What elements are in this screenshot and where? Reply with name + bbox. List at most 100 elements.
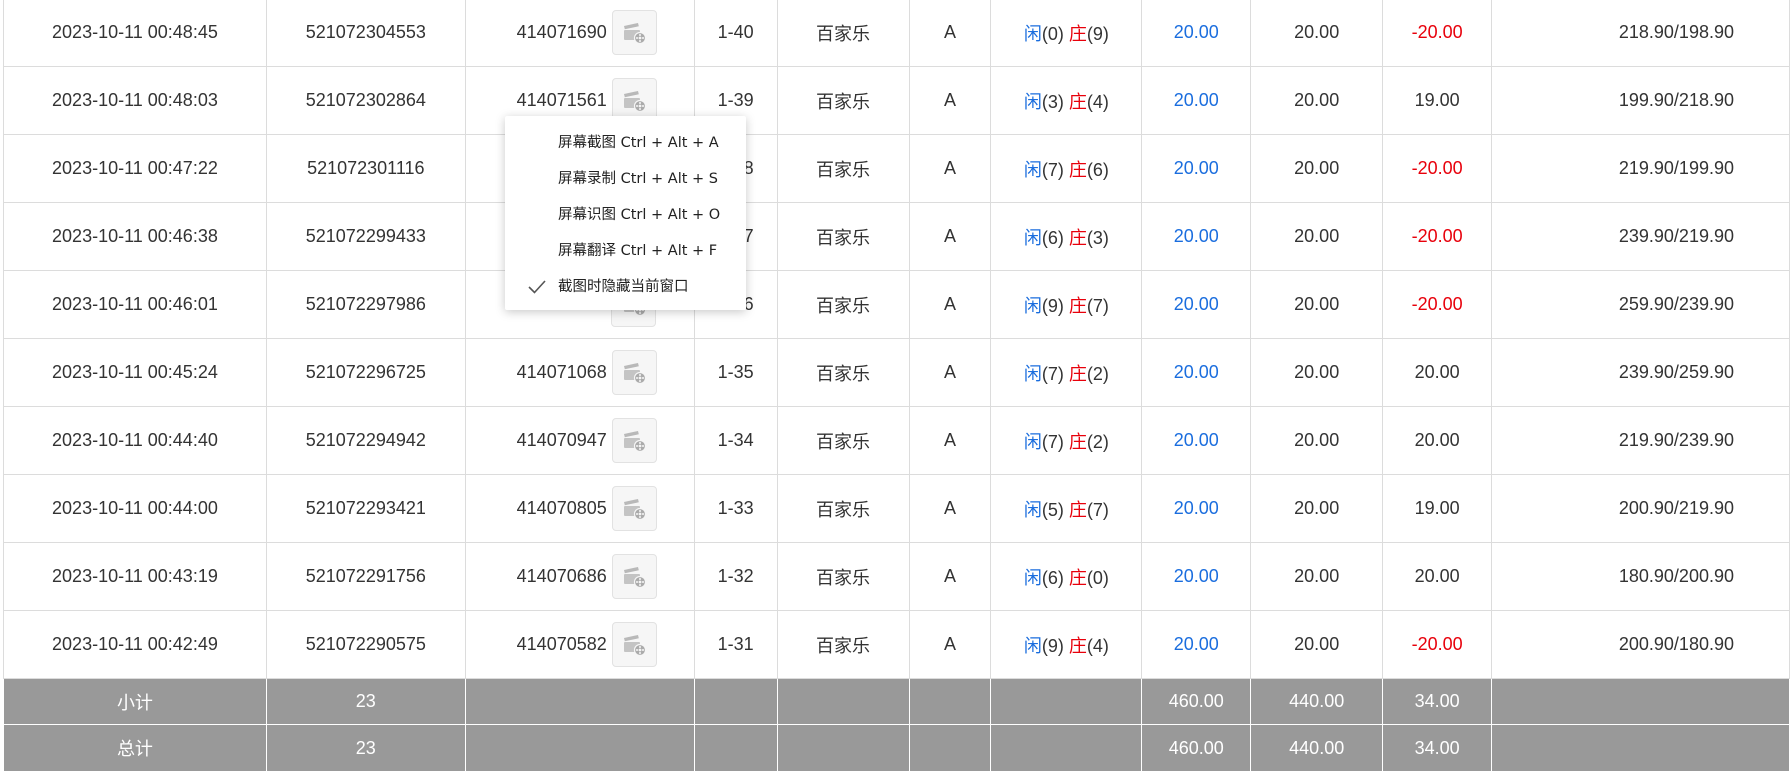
valid-bet: 20.00: [1250, 134, 1384, 203]
summary-empty: [776, 678, 910, 725]
player-label: 闲: [1023, 159, 1042, 180]
bet-amount: 20.00: [1141, 406, 1252, 475]
round-number: 1-33: [693, 474, 778, 543]
table-name: A: [908, 0, 992, 67]
menu-item-screen-translate[interactable]: 屏幕翻译 Ctrl + Alt + F: [558, 237, 717, 265]
banker-label: 庄: [1068, 499, 1087, 520]
game-result: 闲(6) 庄(0): [990, 542, 1143, 611]
summary-valid-bet: 440.00: [1250, 678, 1384, 725]
round-number: 1-32: [693, 542, 778, 611]
player-count: (6): [1041, 567, 1064, 588]
player-label: 闲: [1023, 363, 1042, 384]
table-number: 414071561: [516, 90, 607, 110]
bet-time: 2023-10-11 00:44:00: [3, 474, 267, 543]
banker-label: 庄: [1068, 23, 1087, 44]
balance-change: 199.90/218.90: [1491, 66, 1790, 135]
table-number: 414070582: [516, 634, 607, 654]
banker-count: (9): [1086, 23, 1109, 44]
table-name: A: [908, 610, 992, 679]
bet-time: 2023-10-11 00:42:49: [3, 610, 267, 679]
valid-bet: 20.00: [1250, 338, 1384, 407]
player-label: 闲: [1023, 635, 1042, 656]
menu-item-screen-recognize[interactable]: 屏幕识图 Ctrl + Alt + O: [558, 201, 720, 229]
round-number: 1-31: [693, 610, 778, 679]
game-result: 闲(7) 庄(6): [990, 134, 1143, 203]
banker-label: 庄: [1068, 431, 1087, 452]
video-replay-icon[interactable]: [611, 622, 657, 667]
valid-bet: 20.00: [1250, 474, 1384, 543]
player-label: 闲: [1023, 499, 1042, 520]
banker-count: (2): [1086, 431, 1109, 452]
payout-amount: -20.00: [1382, 134, 1493, 203]
table-number: 414070947: [516, 430, 607, 450]
table-name: A: [908, 66, 992, 135]
bet-amount: 20.00: [1141, 66, 1252, 135]
balance-change: 180.90/200.90: [1491, 542, 1790, 611]
order-number: 521072302864: [265, 66, 466, 135]
round-number: 1-40: [693, 0, 778, 67]
table-name: A: [908, 270, 992, 339]
menu-item-screenshot[interactable]: 屏幕截图 Ctrl + Alt + A: [558, 129, 719, 157]
summary-empty: [1491, 678, 1790, 725]
bet-time: 2023-10-11 00:45:24: [3, 338, 267, 407]
summary-label: 总计: [3, 724, 267, 772]
summary-empty: [990, 724, 1143, 772]
summary-payout: 34.00: [1382, 724, 1493, 772]
valid-bet: 20.00: [1250, 66, 1384, 135]
video-replay-icon[interactable]: [611, 10, 657, 55]
game-result: 闲(9) 庄(7): [990, 270, 1143, 339]
table-number: 414071068: [516, 362, 607, 382]
table-name: A: [908, 338, 992, 407]
player-count: (9): [1041, 635, 1064, 656]
player-label: 闲: [1023, 23, 1042, 44]
valid-bet: 20.00: [1250, 270, 1384, 339]
table-row: 2023-10-11 00:48:45 521072304553 414071690…: [3, 0, 1790, 67]
bet-time: 2023-10-11 00:46:01: [3, 270, 267, 339]
video-replay-icon[interactable]: [611, 554, 657, 599]
order-number: 521072297986: [265, 270, 466, 339]
balance-change: 200.90/219.90: [1491, 474, 1790, 543]
table-row: 2023-10-11 00:47:22521072301116414071433…: [3, 134, 1790, 203]
game-name: 百家乐: [776, 202, 910, 271]
banker-count: (3): [1086, 227, 1109, 248]
video-replay-icon[interactable]: [611, 418, 657, 463]
total-row: 总计 23 460.00 440.00 34.00: [3, 724, 1790, 772]
table-row: 2023-10-11 00:46:01521072297986414071180…: [3, 270, 1790, 339]
table-number-wrap: 414070686: [466, 554, 693, 599]
table-row: 2023-10-11 00:44:40 521072294942 414070947…: [3, 406, 1790, 475]
video-replay-icon[interactable]: [611, 350, 657, 395]
table-number-cell: 414070947: [464, 406, 695, 475]
bet-amount: 20.00: [1141, 134, 1252, 203]
summary-empty: [908, 724, 992, 772]
banker-count: (7): [1086, 295, 1109, 316]
player-label: 闲: [1023, 91, 1042, 112]
game-result: 闲(0) 庄(9): [990, 0, 1143, 67]
summary-empty: [1491, 724, 1790, 772]
summary-empty: [464, 678, 695, 725]
summary-empty: [693, 724, 778, 772]
payout-amount: 19.00: [1382, 474, 1493, 543]
player-count: (6): [1041, 227, 1064, 248]
table-row: 2023-10-11 00:46:38521072299433414071308…: [3, 202, 1790, 271]
round-number: 1-35: [693, 338, 778, 407]
valid-bet: 20.00: [1250, 202, 1384, 271]
payout-amount: 20.00: [1382, 542, 1493, 611]
bet-amount: 20.00: [1141, 474, 1252, 543]
banker-label: 庄: [1068, 363, 1087, 384]
balance-change: 239.90/259.90: [1491, 338, 1790, 407]
game-result: 闲(7) 庄(2): [990, 338, 1143, 407]
summary-empty: [693, 678, 778, 725]
menu-item-hide-window[interactable]: 截图时隐藏当前窗口: [558, 273, 689, 301]
player-label: 闲: [1023, 295, 1042, 316]
game-name: 百家乐: [776, 542, 910, 611]
payout-amount: -20.00: [1382, 0, 1493, 67]
check-icon: [528, 280, 546, 294]
banker-label: 庄: [1068, 227, 1087, 248]
valid-bet: 20.00: [1250, 406, 1384, 475]
menu-item-screen-record[interactable]: 屏幕录制 Ctrl + Alt + S: [558, 165, 718, 193]
bet-time: 2023-10-11 00:48:03: [3, 66, 267, 135]
video-replay-icon[interactable]: [611, 486, 657, 531]
table-row: 2023-10-11 00:44:00 521072293421 414070805…: [3, 474, 1790, 543]
table-number-cell: 414070582: [464, 610, 695, 679]
table-name: A: [908, 406, 992, 475]
